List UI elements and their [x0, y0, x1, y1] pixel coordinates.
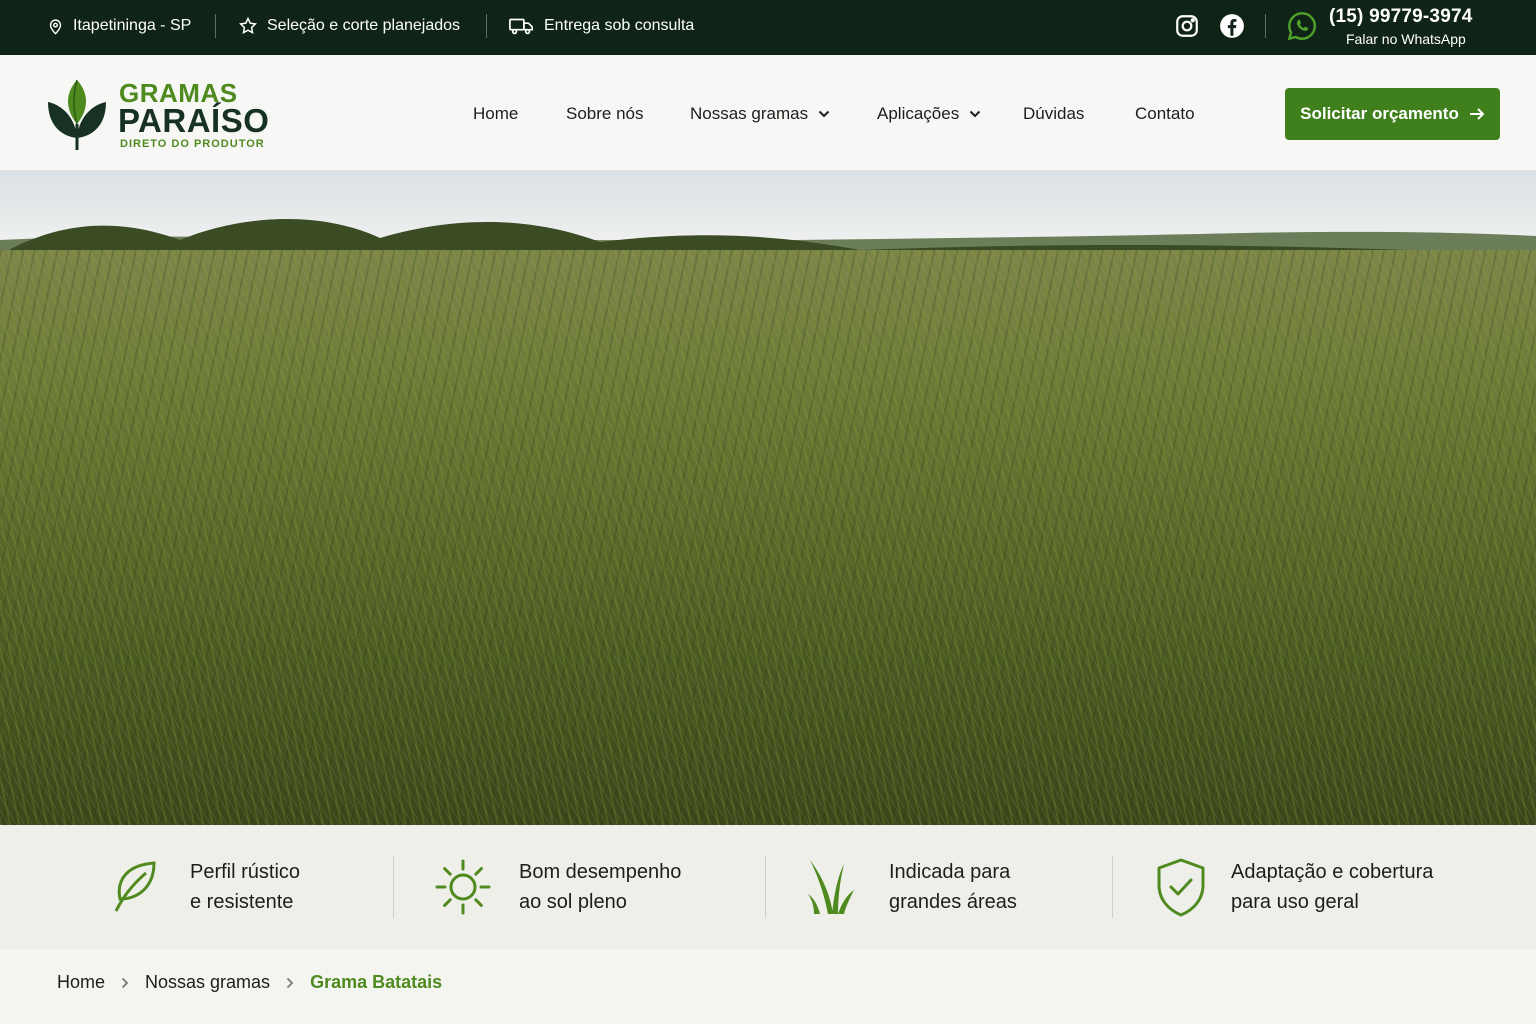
hero-grass-field	[0, 250, 1536, 825]
location-info: Itapetininga - SP	[47, 0, 191, 52]
leaf-logo-icon	[48, 79, 106, 150]
nav-label: Nossas gramas	[690, 104, 809, 123]
divider	[215, 14, 216, 38]
delivery-text: Entrega sob consulta	[544, 17, 695, 34]
logo-line2: PARAÍSO	[118, 102, 270, 139]
feature-line1: Bom desempenho	[519, 861, 682, 883]
request-quote-button[interactable]: Solicitar orçamento	[1285, 88, 1500, 140]
nav-home[interactable]: Home	[473, 104, 518, 124]
map-pin-icon	[49, 18, 62, 35]
feature-line2: grandes áreas	[889, 891, 1017, 913]
feature-line2: ao sol pleno	[519, 891, 627, 913]
instagram-link[interactable]	[1173, 12, 1201, 40]
chevron-right-icon	[286, 977, 294, 989]
phone-number[interactable]: (15) 99779-3974	[1329, 6, 1473, 28]
top-bar: Itapetininga - SP Seleção e corte planej…	[0, 0, 1536, 55]
star-icon	[239, 16, 257, 34]
divider	[486, 14, 487, 38]
divider	[393, 856, 394, 918]
whatsapp-icon	[1287, 12, 1316, 41]
feature-text: Bom desempenho ao sol pleno	[519, 857, 681, 917]
feature-item: Indicada para grandes áreas	[806, 825, 1017, 949]
feature-item: Adaptação e cobertura para uso geral	[1155, 825, 1433, 949]
feature-line2: para uso geral	[1231, 891, 1359, 913]
feature-item: Perfil rústico e resistente	[110, 825, 300, 949]
nav-label: Aplicações	[877, 104, 960, 123]
logo-tagline: DIRETO DO PRODUTOR	[120, 138, 265, 150]
nav-grasses[interactable]: Nossas gramas	[690, 104, 830, 124]
sun-icon	[435, 859, 491, 915]
feature-line1: Indicada para	[889, 861, 1011, 883]
divider	[1112, 856, 1113, 918]
nav-contact[interactable]: Contato	[1135, 104, 1195, 124]
chevron-down-icon	[970, 110, 981, 118]
leaf-icon	[114, 861, 156, 912]
feature-text: Perfil rústico e resistente	[190, 857, 300, 917]
breadcrumb-grasses[interactable]: Nossas gramas	[145, 972, 270, 993]
selection-info: Seleção e corte planejados	[238, 0, 460, 52]
instagram-icon	[1176, 15, 1198, 37]
nav-applications[interactable]: Aplicações	[877, 104, 981, 124]
breadcrumb-home[interactable]: Home	[57, 972, 105, 993]
delivery-info: Entrega sob consulta	[509, 0, 694, 52]
nav-about[interactable]: Sobre nós	[566, 104, 644, 124]
whatsapp-label[interactable]: Falar no WhatsApp	[1346, 31, 1466, 47]
feature-line1: Perfil rústico	[190, 861, 301, 883]
feature-text: Indicada para grandes áreas	[889, 857, 1017, 917]
nav-label: Contato	[1135, 104, 1195, 123]
feature-text: Adaptação e cobertura para uso geral	[1231, 857, 1433, 917]
truck-icon	[509, 18, 534, 35]
features-bar: Perfil rústico e resistente Bom desempen…	[0, 825, 1536, 949]
facebook-link[interactable]	[1218, 12, 1246, 40]
divider	[765, 856, 766, 918]
hero-grass-image	[0, 170, 1536, 825]
breadcrumb-current: Grama Batatais	[310, 972, 443, 992]
selection-text: Seleção e corte planejados	[267, 17, 461, 34]
nav-faq[interactable]: Dúvidas	[1023, 104, 1084, 124]
cta-label: Solicitar orçamento	[1300, 104, 1459, 123]
nav-label: Dúvidas	[1023, 104, 1085, 123]
feature-item: Bom desempenho ao sol pleno	[434, 825, 681, 949]
chevron-down-icon	[818, 110, 830, 118]
arrow-right-icon	[1469, 108, 1485, 120]
nav-label: Sobre nós	[566, 104, 644, 123]
feature-line2: e resistente	[190, 891, 294, 913]
whatsapp-link[interactable]	[1286, 10, 1318, 42]
grass-icon	[808, 860, 854, 914]
nav-label: Home	[473, 104, 519, 123]
feature-line1: Adaptação e cobertura	[1231, 861, 1434, 883]
divider	[1265, 14, 1266, 38]
chevron-right-icon	[121, 977, 129, 989]
location-text: Itapetininga - SP	[73, 17, 192, 34]
shield-check-icon	[1157, 858, 1205, 917]
facebook-icon	[1220, 14, 1244, 38]
breadcrumb: Home Nossas gramas Grama Batatais	[57, 972, 442, 993]
